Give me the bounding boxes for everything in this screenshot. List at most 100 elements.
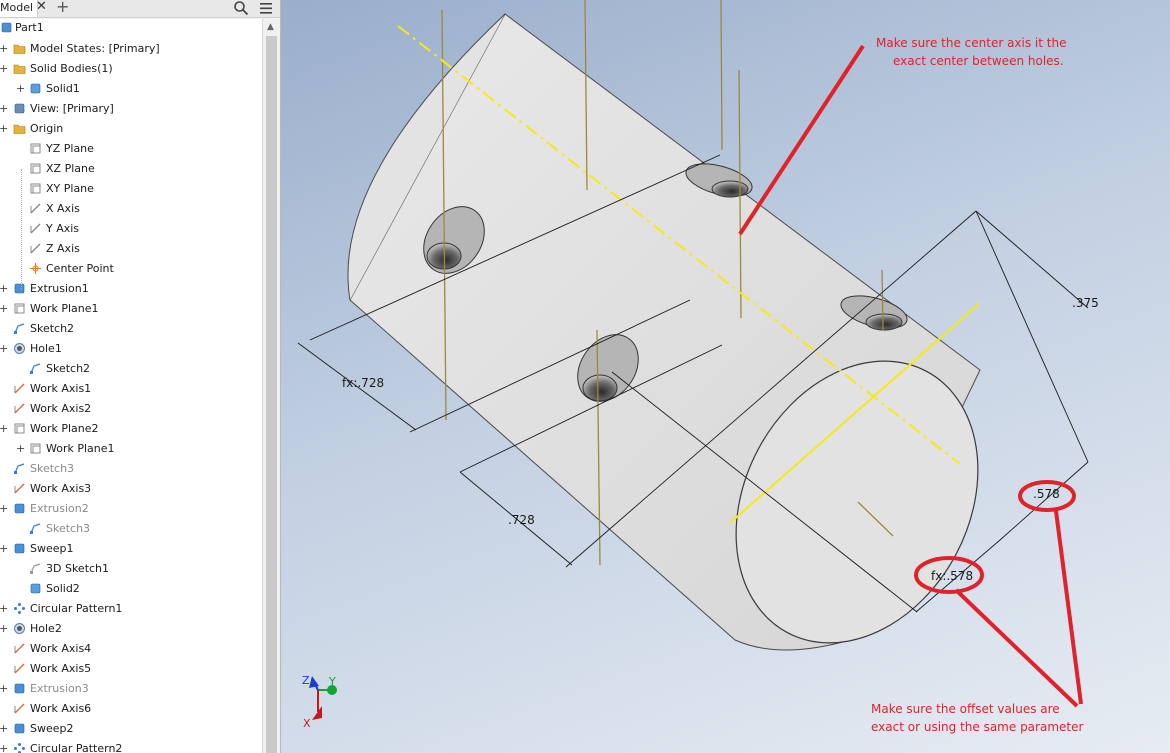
work-axis-icon bbox=[14, 663, 25, 674]
tree-node[interactable]: 3D Sketch1 bbox=[0, 559, 262, 579]
tree-node-label: Solid1 bbox=[46, 82, 80, 95]
tree-node[interactable]: XY Plane bbox=[0, 179, 262, 199]
tree-node[interactable]: + Model States: [Primary] bbox=[0, 39, 262, 59]
work-plane-icon bbox=[14, 423, 25, 434]
tree-node-label: Sketch3 bbox=[30, 462, 75, 475]
model-tree: Part1 + Model States: [Primary] + Solid Bodi… bbox=[0, 19, 262, 753]
tree-node[interactable]: + Origin bbox=[0, 119, 262, 139]
expand-icon[interactable]: + bbox=[0, 539, 8, 559]
folder-open-icon bbox=[13, 64, 26, 74]
tree-node[interactable]: Sketch2 bbox=[0, 319, 262, 339]
tree-node[interactable]: + Solid1 bbox=[0, 79, 262, 99]
tree-node[interactable]: + Sweep1 bbox=[0, 539, 262, 559]
scrollbar-thumb[interactable] bbox=[266, 36, 277, 753]
tree-node[interactable]: + Sweep2 bbox=[0, 719, 262, 739]
tree-node[interactable]: Y Axis bbox=[0, 219, 262, 239]
dimension-578: .578 bbox=[1033, 487, 1060, 501]
tab-model[interactable]: Model bbox=[0, 0, 39, 17]
tree-node-label: Work Axis5 bbox=[30, 662, 92, 675]
work-axis-line bbox=[720, 0, 723, 151]
graphics-viewport[interactable]: .375 fx:.728 .728 .578 fx:.578 Make sure… bbox=[281, 0, 1170, 753]
expand-icon[interactable]: + bbox=[0, 619, 8, 639]
tree-node-label: Center Point bbox=[46, 262, 114, 275]
view-triad[interactable]: Z Y X bbox=[302, 674, 337, 730]
tree-node[interactable]: Work Axis2 bbox=[0, 399, 262, 419]
tree-node[interactable]: Sketch2 bbox=[0, 359, 262, 379]
tree-node[interactable]: Work Axis1 bbox=[0, 379, 262, 399]
expand-icon[interactable]: + bbox=[0, 599, 8, 619]
tree-node-label: Z Axis bbox=[46, 242, 80, 255]
dimension-578-fx: fx:.578 bbox=[931, 569, 973, 583]
tree-node-label: Extrusion2 bbox=[30, 502, 89, 515]
tree-node[interactable]: Part1 bbox=[0, 19, 262, 38]
tree-node[interactable]: + View: [Primary] bbox=[0, 99, 262, 119]
tree-node[interactable]: Work Axis6 bbox=[0, 699, 262, 719]
view-icon bbox=[14, 103, 25, 114]
tree-node[interactable]: + Work Plane2 bbox=[0, 419, 262, 439]
extrusion-icon bbox=[14, 283, 25, 294]
work-axis-icon bbox=[14, 383, 25, 394]
expand-icon[interactable]: + bbox=[0, 679, 8, 699]
expand-icon[interactable]: + bbox=[0, 39, 8, 59]
sketch-icon bbox=[30, 363, 41, 374]
tree-node[interactable]: Center Point bbox=[0, 259, 262, 279]
tree-node[interactable]: Work Axis5 bbox=[0, 659, 262, 679]
tree-node[interactable]: Z Axis bbox=[0, 239, 262, 259]
tree-node-label: 3D Sketch1 bbox=[46, 562, 110, 575]
tree-node[interactable]: Work Axis4 bbox=[0, 639, 262, 659]
expand-icon[interactable]: + bbox=[0, 419, 8, 439]
tree-node[interactable]: + Circular Pattern2 bbox=[0, 739, 262, 753]
model-canvas[interactable]: .375 fx:.728 .728 .578 fx:.578 Make sure… bbox=[281, 0, 1170, 753]
tree-node[interactable]: + Work Plane1 bbox=[0, 299, 262, 319]
sweep-icon bbox=[14, 543, 25, 554]
sketch-icon bbox=[30, 523, 41, 534]
tree-node-label: XZ Plane bbox=[46, 162, 95, 175]
search-icon[interactable] bbox=[233, 0, 249, 16]
tree-node-label: Work Axis1 bbox=[30, 382, 92, 395]
tree-node-label: X Axis bbox=[46, 202, 80, 215]
close-icon[interactable]: ✕ bbox=[36, 0, 47, 14]
tree-node-label: Sweep1 bbox=[30, 542, 74, 555]
scroll-up-icon[interactable]: ▲ bbox=[267, 22, 274, 32]
add-tab-icon[interactable]: + bbox=[56, 0, 69, 16]
tree-node[interactable]: X Axis bbox=[0, 199, 262, 219]
expand-icon[interactable]: + bbox=[0, 299, 8, 319]
hamburger-menu-icon[interactable] bbox=[258, 0, 274, 16]
tree-node[interactable]: YZ Plane bbox=[0, 139, 262, 159]
expand-icon[interactable]: + bbox=[16, 79, 25, 99]
tree-node-label: Extrusion1 bbox=[30, 282, 89, 295]
tree-node[interactable]: + Work Plane1 bbox=[0, 439, 262, 459]
z-axis-icon bbox=[309, 676, 319, 688]
expand-icon[interactable]: + bbox=[16, 439, 25, 459]
expand-icon[interactable]: + bbox=[0, 279, 8, 299]
expand-icon[interactable]: + bbox=[0, 99, 8, 119]
tree-node[interactable]: + Circular Pattern1 bbox=[0, 599, 262, 619]
tree-node[interactable]: + Solid Bodies(1) bbox=[0, 59, 262, 79]
tree-node[interactable]: Sketch3 bbox=[0, 519, 262, 539]
tree-node[interactable]: Solid2 bbox=[0, 579, 262, 599]
expand-icon[interactable]: + bbox=[0, 739, 8, 753]
tree-node[interactable]: Sketch3 bbox=[0, 459, 262, 479]
expand-icon[interactable]: + bbox=[0, 339, 8, 359]
sweep-icon bbox=[14, 723, 25, 734]
tab-model-label: Model bbox=[0, 1, 34, 14]
expand-icon[interactable]: + bbox=[0, 59, 8, 79]
red-pointer-line bbox=[954, 588, 1079, 708]
tree-node[interactable]: + Extrusion2 bbox=[0, 499, 262, 519]
tree-node[interactable]: Work Axis3 bbox=[0, 479, 262, 499]
browser-scrollbar[interactable]: ▲ bbox=[262, 19, 280, 753]
tree-node[interactable]: + Extrusion1 bbox=[0, 279, 262, 299]
tree-node-label: XY Plane bbox=[46, 182, 94, 195]
expand-icon[interactable]: + bbox=[0, 499, 8, 519]
dimension-728-bottom: .728 bbox=[508, 513, 535, 527]
tree-node[interactable]: XZ Plane bbox=[0, 159, 262, 179]
tree-node[interactable]: + Hole1 bbox=[0, 339, 262, 359]
tree-node[interactable]: + Hole2 bbox=[0, 619, 262, 639]
axis-icon bbox=[30, 223, 41, 234]
tree-node-label: Work Axis6 bbox=[30, 702, 92, 715]
tree-node-label: Y Axis bbox=[46, 222, 80, 235]
dimension-375: .375 bbox=[1072, 296, 1099, 310]
expand-icon[interactable]: + bbox=[0, 119, 8, 139]
tree-node[interactable]: + Extrusion3 bbox=[0, 679, 262, 699]
expand-icon[interactable]: + bbox=[0, 719, 8, 739]
